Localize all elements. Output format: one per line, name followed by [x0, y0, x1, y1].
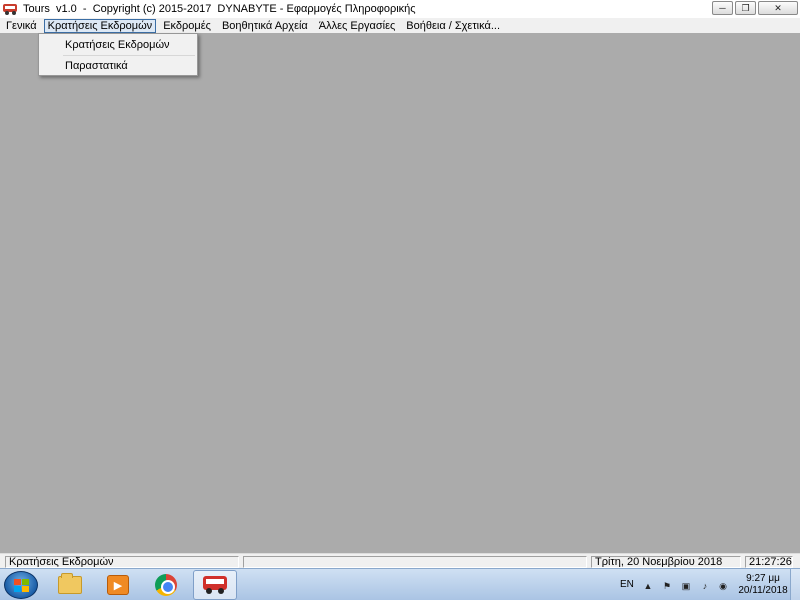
file-explorer-icon [58, 573, 82, 594]
menu-tours[interactable]: Εκδρομές [159, 19, 215, 33]
media-player-icon: ▶ [107, 575, 129, 595]
chrome-icon [155, 574, 177, 596]
minimize-icon: ─ [719, 2, 726, 13]
start-button[interactable] [4, 571, 38, 599]
status-bar: Κρατήσεις Εκδρομών Τρίτη, 20 Νοεμβρίου 2… [0, 553, 800, 568]
menu-general[interactable]: Γενικά [2, 19, 41, 33]
status-pane-middle [243, 556, 587, 568]
close-button[interactable]: ✕ [758, 1, 798, 15]
taskbar-chrome[interactable] [144, 570, 188, 600]
volume-icon[interactable]: ♪ [700, 581, 710, 591]
menu-bar: Γενικά Κρατήσεις Εκδρομών Εκδρομές Βοηθη… [0, 18, 800, 33]
status-pane-time: 21:27:26 [745, 556, 793, 568]
menu-tour-bookings[interactable]: Κρατήσεις Εκδρομών [43, 18, 157, 33]
restore-icon: ❐ [741, 2, 750, 13]
status-pane-left: Κρατήσεις Εκδρομών [5, 556, 239, 568]
window-title: Tours v1.0 - Copyright (c) 2015-2017 DYN… [23, 3, 416, 15]
clock-date: 20/11/2018 [738, 585, 788, 596]
windows-logo-icon [14, 579, 30, 593]
close-icon: ✕ [774, 2, 782, 13]
taskbar-tours-app[interactable] [193, 570, 237, 600]
title-bar[interactable]: Tours v1.0 - Copyright (c) 2015-2017 DYN… [0, 0, 800, 18]
show-hidden-icons-icon[interactable]: ▲ [643, 581, 653, 591]
clock-time: 9:27 μμ [746, 573, 780, 584]
taskbar: ▶ EN ▲ ⚑ ▣ ♪ ◉ 9:27 μμ 20/11/2018 [0, 568, 800, 600]
menu-other-tasks[interactable]: Άλλες Εργασίες [315, 19, 400, 33]
restore-button[interactable]: ❐ [735, 1, 756, 15]
show-desktop-button[interactable] [790, 569, 800, 600]
minimize-button[interactable]: ─ [712, 1, 733, 15]
menu-auxiliary-files[interactable]: Βοηθητικά Αρχεία [218, 19, 312, 33]
taskbar-file-explorer[interactable] [48, 570, 92, 600]
menu-help-about[interactable]: Βοήθεια / Σχετικά... [402, 19, 504, 33]
tray-app-icon[interactable]: ◉ [718, 581, 728, 591]
action-center-flag-icon[interactable]: ⚑ [662, 581, 672, 591]
network-icon[interactable]: ▣ [681, 581, 691, 591]
taskbar-media-player[interactable]: ▶ [96, 570, 140, 600]
mdi-workspace[interactable] [0, 33, 800, 553]
taskbar-clock[interactable]: 9:27 μμ 20/11/2018 [736, 573, 790, 597]
app-bus-icon[interactable] [3, 3, 17, 15]
language-indicator[interactable]: EN [620, 579, 634, 590]
tours-bus-icon [203, 576, 227, 594]
status-pane-date: Τρίτη, 20 Νοεμβρίου 2018 [591, 556, 741, 568]
